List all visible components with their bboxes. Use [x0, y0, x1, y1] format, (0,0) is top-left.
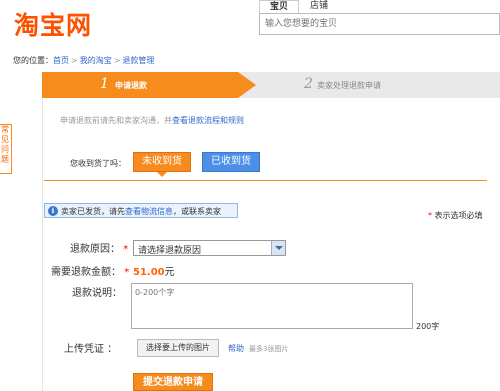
faq-char: 常 [1, 125, 9, 134]
faq-char: 问 [1, 145, 9, 154]
search-input[interactable] [260, 14, 499, 34]
selected-pointer [157, 172, 167, 177]
section-divider [44, 180, 487, 181]
step-arrow [238, 72, 256, 98]
reason-select-value: 请选择退款原因 [138, 246, 202, 256]
breadcrumb-prefix: 您的位置： [13, 56, 53, 65]
reason-label-text: 退款原因： [70, 244, 120, 255]
received-question: 您收到货了吗： [70, 159, 126, 168]
breadcrumb-my-taobao-link[interactable]: 我的淘宝 [80, 56, 112, 65]
required-star: * [124, 267, 130, 278]
not-received-button[interactable]: 未收到货 [133, 152, 191, 172]
logistics-link[interactable]: 查看物流信息 [125, 207, 173, 216]
char-limit: 200字 [416, 322, 440, 331]
refund-notice: 申请退款前请先和卖家沟通，并查看退款流程和规则 [60, 115, 244, 126]
desc-label: 退款说明： [72, 288, 122, 299]
refund-reason-select[interactable]: 请选择退款原因 [133, 240, 286, 256]
breadcrumb-home-link[interactable]: 首页 [53, 56, 69, 65]
step-number: 2 [304, 76, 313, 92]
info-text: 卖家已发货，请先查看物流信息，或联系卖家 [61, 206, 221, 217]
refund-rules-link[interactable]: 查看退款流程和规则 [172, 116, 244, 125]
info-icon: i [48, 206, 58, 216]
step-apply-refund: 1 申请退款 [42, 72, 238, 98]
breadcrumb-refund-link[interactable]: 退款管理 [122, 56, 154, 65]
notice-text: 申请退款前请先和卖家沟通，并 [60, 116, 172, 125]
required-note: * 表示选项必填 [428, 210, 483, 221]
chevron-down-icon[interactable] [271, 241, 285, 255]
refund-description-box [131, 283, 413, 329]
amount-unit: 元 [164, 267, 175, 278]
amount-value: 51.00 [133, 267, 165, 278]
breadcrumb-separator: > [71, 56, 78, 65]
info-text-prefix: 卖家已发货，请先 [61, 207, 125, 216]
upload-image-button[interactable]: 选择要上传的图片 [137, 339, 219, 357]
search-tab-shops[interactable]: 店铺 [299, 0, 339, 13]
upload-label: 上传凭证 ： [64, 344, 118, 355]
help-link[interactable]: 帮助 [228, 343, 244, 354]
search-tabs: 宝贝 店铺 [259, 0, 339, 13]
reason-label: 退款原因： * [70, 240, 128, 255]
progress-steps: 1 申请退款 2 卖家处理退款申请 [42, 72, 500, 98]
faq-char: 见 [1, 135, 9, 144]
amount-label: 需要退款金额： * [51, 263, 129, 278]
required-note-text: 表示选项必填 [434, 211, 483, 220]
info-text-suffix: ，或联系卖家 [173, 207, 221, 216]
taobao-logo[interactable]: 淘宝网 [14, 6, 92, 42]
step-seller-process: 卖家处理退款申请 [317, 81, 381, 90]
upload-limit-note: 最多3张图片 [249, 345, 289, 353]
faq-char: 题 [1, 155, 9, 164]
shipping-info-bar: i 卖家已发货，请先查看物流信息，或联系卖家 [44, 203, 238, 218]
search-box [259, 13, 500, 35]
required-star: * [428, 211, 432, 220]
received-button[interactable]: 已收到货 [202, 152, 260, 172]
required-star: * [123, 244, 129, 255]
faq-side-tab[interactable]: 常 见 问 题 [0, 124, 12, 174]
breadcrumb-separator: > [113, 56, 121, 65]
refund-description-input[interactable] [132, 284, 412, 328]
refund-amount: 51.00元 [133, 263, 175, 278]
search-tab-items[interactable]: 宝贝 [259, 0, 299, 13]
step-label: 申请退款 [115, 81, 147, 90]
amount-label-text: 需要退款金额： [51, 267, 121, 278]
step-number: 1 [100, 76, 109, 92]
breadcrumb: 您的位置：首页 > 我的淘宝 > 退款管理 [13, 55, 154, 66]
submit-refund-button[interactable]: 提交退款申请 [133, 373, 213, 391]
